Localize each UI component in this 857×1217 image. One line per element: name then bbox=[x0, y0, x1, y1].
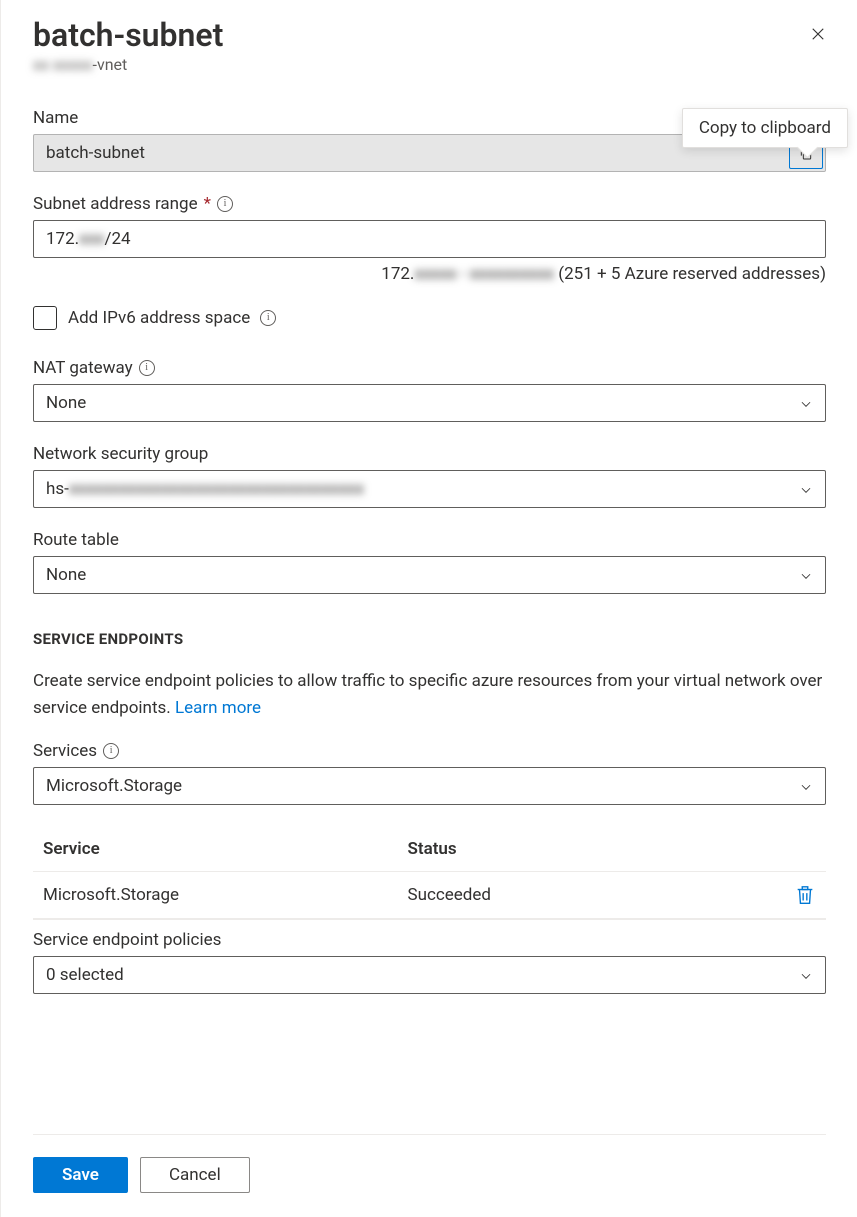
col-service: Service bbox=[43, 839, 408, 859]
required-asterisk: * bbox=[204, 194, 211, 214]
page-title: batch-subnet bbox=[33, 18, 826, 53]
info-icon[interactable] bbox=[217, 196, 233, 212]
address-range-input[interactable]: 172.xxx/24 bbox=[33, 220, 826, 258]
service-endpoints-description: Create service endpoint policies to allo… bbox=[33, 668, 826, 721]
info-icon[interactable] bbox=[139, 360, 155, 376]
route-table-select[interactable]: None bbox=[33, 556, 826, 594]
service-endpoint-policies-label: Service endpoint policies bbox=[33, 919, 826, 950]
trash-icon bbox=[794, 884, 816, 906]
col-status: Status bbox=[408, 839, 773, 859]
address-range-helper: 172.xxxxx - xxxxxxxxxx (251 + 5 Azure re… bbox=[33, 264, 826, 284]
route-table-label: Route table bbox=[33, 530, 826, 550]
chevron-down-icon bbox=[799, 779, 813, 793]
chevron-down-icon bbox=[799, 396, 813, 410]
copy-tooltip: Copy to clipboard bbox=[682, 108, 848, 148]
nsg-select[interactable]: hs-xxxxxxxxxxxxxxxxxxxxxxxxxxxxxxxxxxx bbox=[33, 470, 826, 508]
service-endpoints-heading: SERVICE ENDPOINTS bbox=[33, 630, 826, 648]
ipv6-checkbox[interactable] bbox=[33, 306, 57, 330]
ipv6-label: Add IPv6 address space bbox=[68, 308, 276, 328]
info-icon[interactable] bbox=[103, 743, 119, 759]
service-endpoint-policies-select[interactable]: 0 selected bbox=[33, 956, 826, 994]
save-button[interactable]: Save bbox=[33, 1157, 128, 1193]
info-icon[interactable] bbox=[260, 310, 276, 326]
table-row: Microsoft.Storage Succeeded bbox=[33, 872, 826, 918]
services-select[interactable]: Microsoft.Storage bbox=[33, 767, 826, 805]
nat-gateway-label: NAT gateway bbox=[33, 358, 826, 378]
cell-service: Microsoft.Storage bbox=[43, 885, 408, 905]
learn-more-link[interactable]: Learn more bbox=[175, 698, 261, 718]
close-icon bbox=[809, 25, 827, 43]
chevron-down-icon bbox=[799, 968, 813, 982]
delete-endpoint-button[interactable] bbox=[794, 884, 816, 906]
cell-status: Succeeded bbox=[408, 885, 773, 905]
chevron-down-icon bbox=[799, 568, 813, 582]
close-button[interactable] bbox=[806, 22, 830, 46]
nat-gateway-select[interactable]: None bbox=[33, 384, 826, 422]
cancel-button[interactable]: Cancel bbox=[140, 1157, 250, 1193]
parent-resource: xx xxxxx-vnet bbox=[33, 55, 826, 74]
address-range-label: Subnet address range * bbox=[33, 194, 826, 214]
services-label: Services bbox=[33, 741, 826, 761]
chevron-down-icon bbox=[799, 482, 813, 496]
nsg-label: Network security group bbox=[33, 444, 826, 464]
service-endpoints-table: Service Status Microsoft.Storage Succeed… bbox=[33, 827, 826, 919]
